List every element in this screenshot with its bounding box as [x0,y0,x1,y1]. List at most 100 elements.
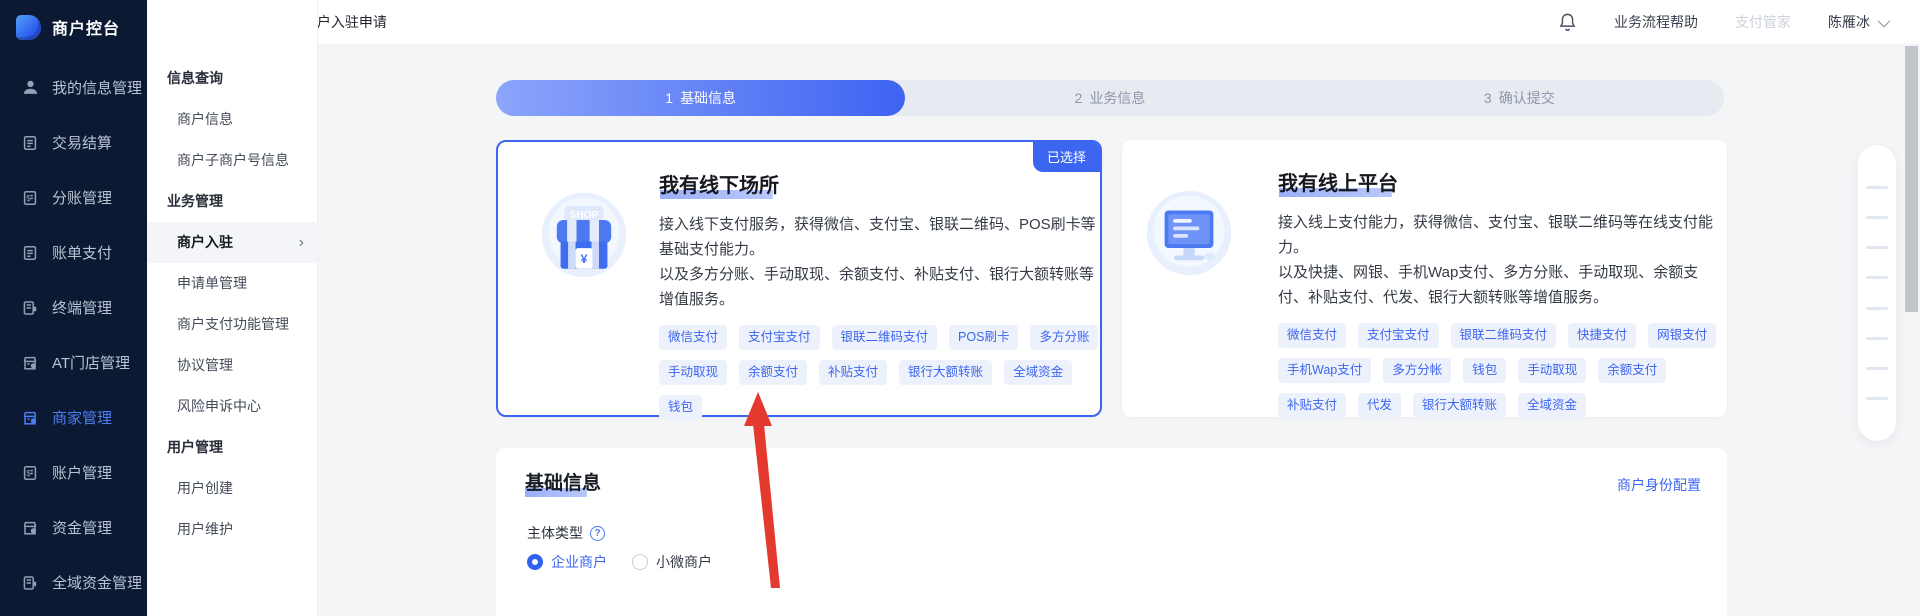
tag-wallet: 钱包 [1463,358,1506,383]
submenu-item-agreement-mgmt[interactable]: 协议管理 [147,345,317,386]
card-description: 接入线上支付能力，获得微信、支付宝、银联二维码等在线支付能力。 以及快捷、网银、… [1278,210,1720,310]
app-title: 商户控台 [52,15,120,39]
tag-bank-large-transfer: 银行大额转账 [1413,393,1506,418]
submenu-item-application-mgmt[interactable]: 申请单管理 [147,263,317,304]
sidebar-item-at-stores[interactable]: AT门店管理 [0,335,147,390]
step-label: 基础信息 [680,88,736,108]
secondary-sidebar: 信息查询 商户信息 商户子商户号信息 业务管理 商户入驻 › 申请单管理 商户支… [147,0,318,616]
offline-venue-card[interactable]: 已选择 SHOP ¥ 我有线下场所 [496,140,1102,417]
payment-assistant-link[interactable]: 支付管家 [1735,12,1791,32]
radio-enterprise-merchant[interactable]: 企业商户 [527,552,607,572]
field-label-text: 主体类型 [527,523,583,543]
top-header: 商家管理 / 商户入驻申请 业务流程帮助 支付管家 陈雁冰 [147,0,1920,45]
submenu-item-user-maintain[interactable]: 用户维护 [147,509,317,550]
account-doc-icon: $ [21,464,39,482]
tag-bank-large-transfer: 银行大额转账 [899,360,992,385]
online-platform-card[interactable]: 我有线上平台 接入线上支付能力，获得微信、支付宝、银联二维码等在线支付能力。 以… [1122,140,1727,417]
funds-store-icon [21,519,39,537]
tag-wechat-pay: 微信支付 [659,325,727,350]
anchor-dash[interactable] [1866,276,1888,279]
step-business-info[interactable]: 2 业务信息 [905,80,1314,116]
radio-label: 小微商户 [656,552,712,572]
submenu-group-user-mgmt: 用户管理 [147,427,317,468]
submenu-item-user-create[interactable]: 用户创建 [147,468,317,509]
sidebar-item-label: 我的信息管理 [52,77,142,98]
store-icon [21,354,39,372]
header-actions: 业务流程帮助 支付管家 陈雁冰 [1558,12,1920,32]
help-link[interactable]: 业务流程帮助 [1614,12,1698,32]
scrollbar-thumb[interactable] [1905,46,1918,312]
sidebar-item-funds[interactable]: 资金管理 [0,500,147,555]
tag-pos-swipe: POS刷卡 [949,325,1018,350]
merchant-console-page: 商户控台 我的信息管理 交易结算 $ 分账管理 账单支付 终端管理 [0,0,1920,616]
sidebar-item-merchants[interactable]: 商家管理 [0,390,147,445]
desc-line: 接入线上支付能力，获得微信、支付宝、银联二维码等在线支付能力。 [1278,210,1720,260]
anchor-dash[interactable] [1866,186,1888,189]
sidebar-item-label: 分账管理 [52,187,112,208]
online-platform-illustration [1144,188,1234,278]
step-label: 业务信息 [1089,88,1145,108]
user-icon [21,79,39,97]
tag-wechat-pay: 微信支付 [1278,323,1346,348]
tag-manual-withdraw: 手动取现 [659,360,727,385]
svg-text:SHOP: SHOP [569,210,598,221]
sidebar-item-bill-pay[interactable]: 账单支付 [0,225,147,280]
offline-shop-illustration: SHOP ¥ [539,190,629,280]
anchor-nav [1858,145,1896,441]
merchant-identity-config-link[interactable]: 商户身份配置 [1617,475,1701,495]
tag-manual-withdraw: 手动取现 [1518,358,1586,383]
anchor-dash[interactable] [1866,397,1888,400]
subject-type-label: 主体类型 ? [527,523,605,543]
subject-type-options: 企业商户 小微商户 [527,552,712,572]
step-label: 确认提交 [1499,88,1555,108]
sidebar-item-label: 交易结算 [52,132,112,153]
sidebar-item-transactions[interactable]: 交易结算 [0,115,147,170]
sidebar-item-my-info[interactable]: 我的信息管理 [0,60,147,115]
primary-sidebar: 商户控台 我的信息管理 交易结算 $ 分账管理 账单支付 终端管理 [0,0,147,616]
desc-line: 以及快捷、网银、手机Wap支付、多方分账、手动取现、余额支付、补贴支付、代发、银… [1278,260,1720,310]
sidebar-item-accounts[interactable]: $ 账户管理 [0,445,147,500]
anchor-dash[interactable] [1866,337,1888,340]
sidebar-item-global-funds[interactable]: 全域资金管理 [0,555,147,610]
selected-badge: 已选择 [1033,142,1100,172]
global-funds-icon [21,574,39,592]
anchor-dash[interactable] [1866,307,1888,310]
tag-global-funds: 全域资金 [1004,360,1072,385]
desc-line: 以及多方分账、手动取现、余额支付、补贴支付、银行大额转账等增值服务。 [659,262,1101,312]
submenu-item-sub-merchant-info[interactable]: 商户子商户号信息 [147,140,317,181]
submenu-item-payment-function-mgmt[interactable]: 商户支付功能管理 [147,304,317,345]
user-name: 陈雁冰 [1828,12,1870,32]
submenu-item-risk-appeal-center[interactable]: 风险申诉中心 [147,386,317,427]
step-basic-info[interactable]: 1 基础信息 [496,80,905,116]
radio-label: 企业商户 [551,552,607,572]
radio-micro-merchant[interactable]: 小微商户 [632,552,712,572]
help-question-icon[interactable]: ? [590,526,605,541]
notification-bell-icon[interactable] [1558,12,1577,32]
svg-text:$: $ [26,193,31,202]
submenu-item-merchant-info[interactable]: 商户信息 [147,99,317,140]
merchant-store-icon [21,409,39,427]
submenu-group-info-query: 信息查询 [147,58,317,99]
terminal-icon [21,299,39,317]
step-confirm-submit[interactable]: 3 确认提交 [1315,80,1724,116]
anchor-dash[interactable] [1866,367,1888,370]
step-number: 3 [1484,90,1492,106]
card-title: 我有线下场所 [659,169,779,201]
submenu-item-merchant-onboarding[interactable]: 商户入驻 › [147,222,317,263]
svg-text:¥: ¥ [581,252,588,266]
anchor-dash[interactable] [1866,246,1888,249]
sidebar-item-terminals[interactable]: 终端管理 [0,280,147,335]
tag-subsidy-pay: 补贴支付 [819,360,887,385]
tag-global-funds: 全域资金 [1518,393,1586,418]
tag-agent-payout: 代发 [1358,393,1401,418]
chevron-right-icon: › [299,222,304,263]
tag-alipay: 支付宝支付 [1358,323,1439,348]
tag-netbank-pay: 网银支付 [1648,323,1716,348]
app-logo[interactable]: 商户控台 [0,0,147,54]
sidebar-item-split-billing[interactable]: $ 分账管理 [0,170,147,225]
user-menu[interactable]: 陈雁冰 [1828,12,1887,32]
tag-balance-pay: 余额支付 [1598,358,1666,383]
tag-alipay: 支付宝支付 [739,325,820,350]
bill-doc-icon [21,244,39,262]
anchor-dash[interactable] [1866,216,1888,219]
